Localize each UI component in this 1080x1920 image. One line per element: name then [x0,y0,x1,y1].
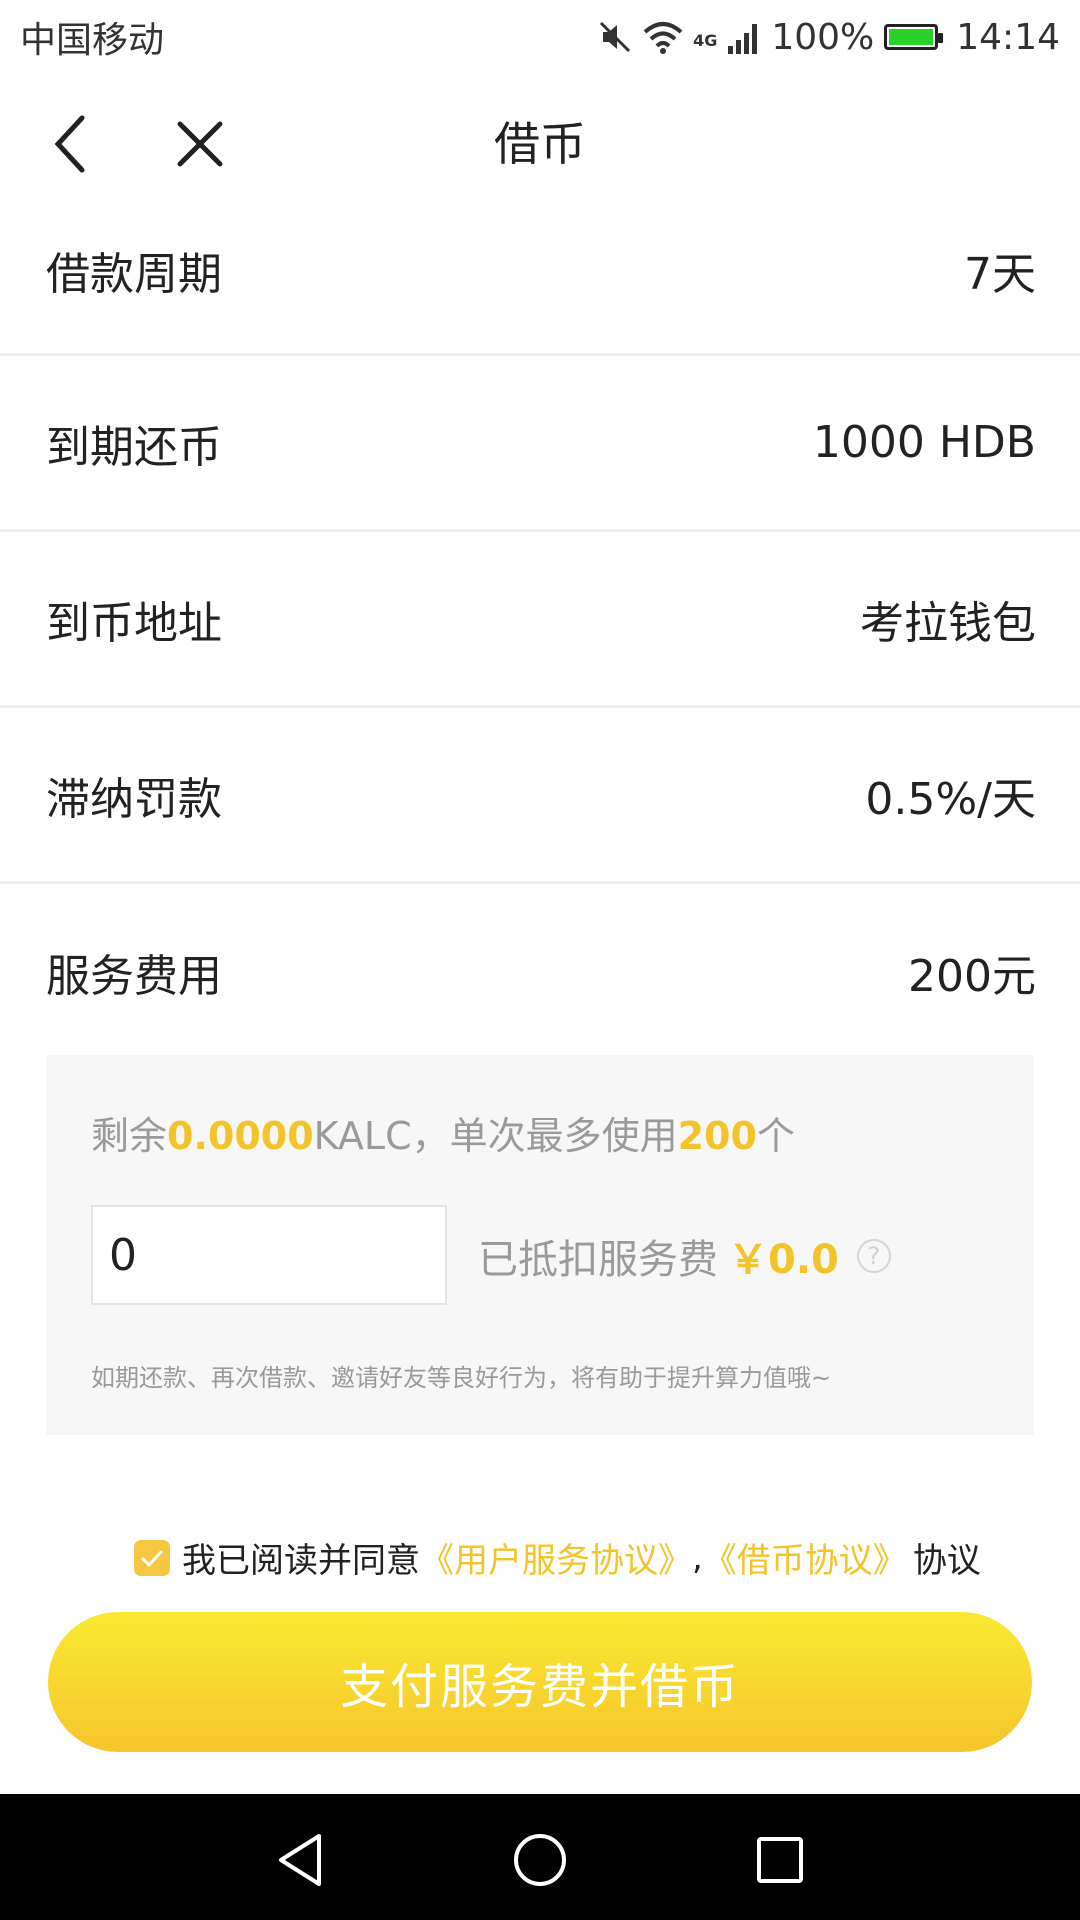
max-use-amount: 200 [677,1114,757,1158]
recents-square-icon [757,1837,803,1883]
repayment-row: 到期还币 1000 HDB [0,356,1080,532]
kalc-amount-input[interactable] [91,1205,447,1305]
row-label: 到期还币 [46,421,222,473]
user-service-agreement-link[interactable]: 《用户服务协议》 [420,1533,692,1582]
row-label: 到币地址 [46,597,222,649]
receive-address-row: 到币地址 考拉钱包 [0,532,1080,708]
balance-prefix: 剩余 [91,1114,168,1158]
system-nav-bar [0,1794,1080,1920]
help-icon[interactable]: ? [856,1239,891,1273]
system-back-button[interactable] [270,1830,330,1890]
status-icons: 4G 100% 14:14 [597,17,1060,58]
balance-mid: KALC，单次最多使用 [313,1114,678,1158]
agree-checkbox[interactable] [134,1539,170,1576]
loan-period-row: 借款周期 7天 [0,180,1080,356]
clock: 14:14 [956,16,1060,58]
battery-icon [884,24,944,50]
kalc-balance: 0.0000 [167,1114,314,1158]
wifi-icon [643,20,683,54]
borrow-agreement-link[interactable]: 《借币协议》 [703,1533,907,1582]
balance-suffix: 个 [756,1114,795,1158]
signal-icon [727,20,761,54]
row-value: 考拉钱包 [860,597,1036,649]
row-value: 200元 [908,951,1036,1002]
kalc-deduction-panel: 剩余0.0000KALC，单次最多使用200个 已抵扣服务费 ￥0.0 ? 如期… [46,1055,1034,1435]
battery-percent: 100% [771,16,875,58]
network-type: 4G [693,30,718,50]
row-label: 滞纳罚款 [46,773,222,825]
status-bar: 中国移动 4G 100% 14:14 [0,0,1080,74]
system-home-button[interactable] [510,1830,570,1890]
agreement-separator: , [692,1537,703,1578]
loan-info-list: 借款周期 7天 到期还币 1000 HDB 到币地址 考拉钱包 滞纳罚款 0.5… [0,180,1080,1060]
battery-level [889,29,934,45]
service-fee-row: 服务费用 200元 [0,884,1080,1060]
back-triangle-icon [279,1834,321,1886]
pay-and-borrow-button[interactable]: 支付服务费并借币 [48,1612,1032,1752]
late-fee-row: 滞纳罚款 0.5%/天 [0,708,1080,884]
agreement-prefix: 我已阅读并同意 [182,1541,420,1581]
agreement-suffix: 协议 [912,1541,981,1581]
carrier-name: 中国移动 [20,20,165,61]
home-circle-icon [514,1834,566,1886]
page-title: 借币 [494,117,586,171]
check-icon [140,1549,164,1567]
tip-text: 如期还款、再次借款、邀请好友等良好行为，将有助于提升算力值哦~ [91,1364,832,1392]
row-value: 0.5%/天 [865,773,1036,825]
deducted-fee-label: 已抵扣服务费 [478,1237,718,1283]
deducted-fee: 已抵扣服务费 ￥0.0 ? [478,1227,891,1285]
row-value: 7天 [964,249,1036,300]
system-recents-button[interactable] [750,1830,810,1890]
agreement-row: 我已阅读并同意 《用户服务协议》 , 《借币协议》 协议 [134,1533,981,1582]
row-label: 服务费用 [46,951,222,1002]
deducted-fee-amount: ￥0.0 [728,1237,839,1283]
row-value: 1000 HDB [812,417,1036,468]
row-label: 借款周期 [46,249,222,300]
kalc-balance-text: 剩余0.0000KALC，单次最多使用200个 [91,1105,795,1160]
mute-icon [597,19,633,55]
